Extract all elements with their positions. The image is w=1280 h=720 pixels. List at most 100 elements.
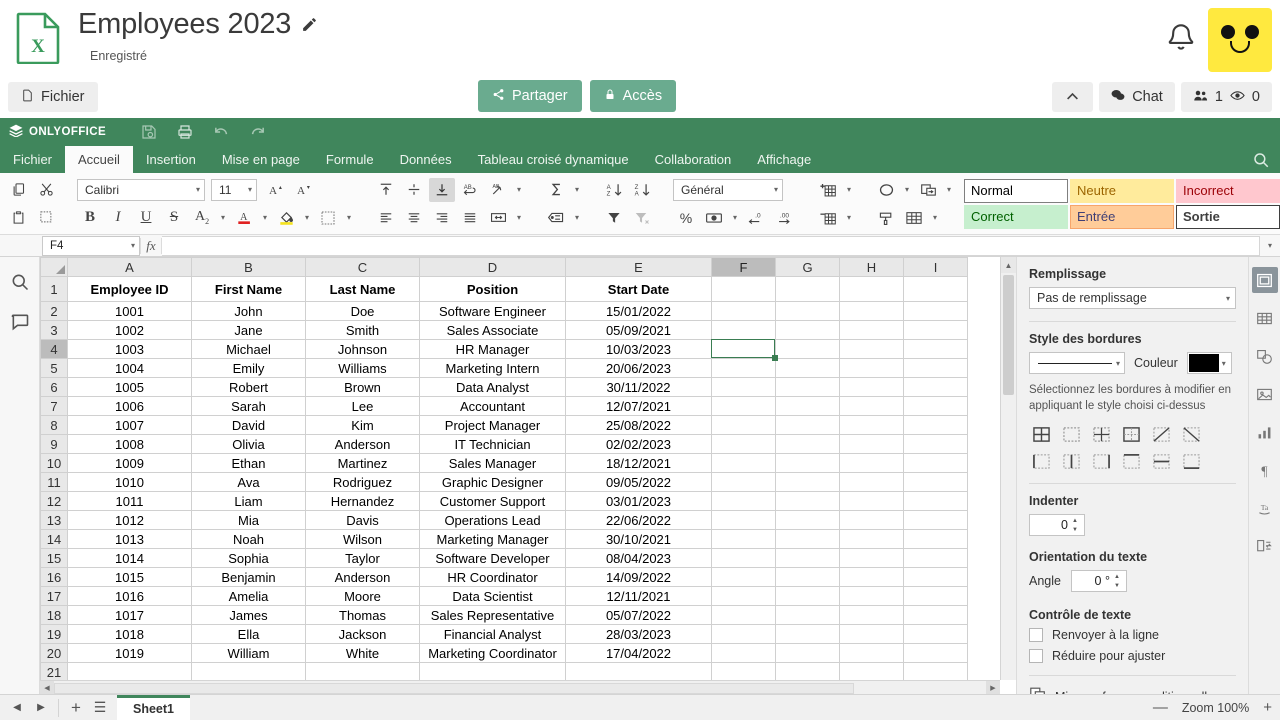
cell-H6[interactable] — [840, 378, 904, 397]
share-button[interactable]: Partager — [478, 80, 582, 112]
cell-I19[interactable] — [904, 625, 968, 644]
cell-F1[interactable] — [712, 277, 776, 302]
cell-G20[interactable] — [776, 644, 840, 663]
chevron-down-icon[interactable]: ▾ — [343, 206, 355, 230]
sheet-tab-sheet1[interactable]: Sheet1 — [117, 695, 190, 720]
cell-H20[interactable] — [840, 644, 904, 663]
cell-F18[interactable] — [712, 606, 776, 625]
row-header-20[interactable]: 20 — [41, 644, 68, 663]
cell-G3[interactable] — [776, 321, 840, 340]
cell-G7[interactable] — [776, 397, 840, 416]
cell-E4[interactable]: 10/03/2023 — [566, 340, 712, 359]
cell-I13[interactable] — [904, 511, 968, 530]
cell-E17[interactable]: 12/11/2021 — [566, 587, 712, 606]
cell-I20[interactable] — [904, 644, 968, 663]
cell-H13[interactable] — [840, 511, 904, 530]
cell-C16[interactable]: Anderson — [306, 568, 420, 587]
chevron-down-icon[interactable]: ▾ — [929, 206, 941, 230]
select-all-corner[interactable] — [41, 258, 68, 277]
expand-formula-bar-icon[interactable]: ▾ — [1260, 241, 1280, 250]
presence-indicator[interactable]: 1 0 — [1181, 82, 1272, 112]
cell-B14[interactable]: Noah — [192, 530, 306, 549]
align-justify-icon[interactable] — [457, 206, 483, 230]
cell-I18[interactable] — [904, 606, 968, 625]
cell-G4[interactable] — [776, 340, 840, 359]
border-outer-icon[interactable] — [1119, 424, 1143, 444]
cell-C17[interactable]: Moore — [306, 587, 420, 606]
align-bottom-icon[interactable] — [429, 178, 455, 202]
previous-sheet-icon[interactable]: ◀ — [6, 697, 28, 719]
increase-decimal-icon[interactable]: .00 — [771, 206, 797, 230]
cell-B1[interactable]: First Name — [192, 277, 306, 302]
cell-E14[interactable]: 30/10/2021 — [566, 530, 712, 549]
cell-A7[interactable]: 1006 — [68, 397, 192, 416]
cell-C2[interactable]: Doe — [306, 302, 420, 321]
align-middle-icon[interactable] — [401, 178, 427, 202]
cell-F17[interactable] — [712, 587, 776, 606]
cut-icon[interactable] — [33, 178, 59, 202]
cell-D11[interactable]: Graphic Designer — [420, 473, 566, 492]
cell-G11[interactable] — [776, 473, 840, 492]
formula-input[interactable] — [162, 236, 1260, 256]
autosum-icon[interactable] — [543, 178, 569, 202]
chevron-down-icon[interactable]: ▾ — [259, 206, 271, 230]
cell-F11[interactable] — [712, 473, 776, 492]
cell-C10[interactable]: Martinez — [306, 454, 420, 473]
row-header-9[interactable]: 9 — [41, 435, 68, 454]
cell-G19[interactable] — [776, 625, 840, 644]
cell-D21[interactable] — [420, 663, 566, 682]
cell-E8[interactable]: 25/08/2022 — [566, 416, 712, 435]
row-header-4[interactable]: 4 — [41, 340, 68, 359]
cell-E7[interactable]: 12/07/2021 — [566, 397, 712, 416]
cell-D2[interactable]: Software Engineer — [420, 302, 566, 321]
cell-F14[interactable] — [712, 530, 776, 549]
cell-F13[interactable] — [712, 511, 776, 530]
cell-H1[interactable] — [840, 277, 904, 302]
border-top-icon[interactable] — [1119, 451, 1143, 471]
shrink-text-checkbox-row[interactable]: Réduire pour ajuster — [1029, 649, 1236, 663]
cell-E3[interactable]: 05/09/2021 — [566, 321, 712, 340]
cell-E15[interactable]: 08/04/2023 — [566, 549, 712, 568]
paste-icon[interactable] — [5, 206, 31, 230]
cell-F16[interactable] — [712, 568, 776, 587]
cell-C21[interactable] — [306, 663, 420, 682]
cell-G6[interactable] — [776, 378, 840, 397]
name-box[interactable]: F4 ▾ — [42, 236, 140, 256]
cell-A11[interactable]: 1010 — [68, 473, 192, 492]
cell-D17[interactable]: Data Scientist — [420, 587, 566, 606]
cell-B10[interactable]: Ethan — [192, 454, 306, 473]
cell-I2[interactable] — [904, 302, 968, 321]
cell-A20[interactable]: 1019 — [68, 644, 192, 663]
cell-A4[interactable]: 1003 — [68, 340, 192, 359]
cell-I15[interactable] — [904, 549, 968, 568]
border-style-select[interactable]: ▾ — [1029, 352, 1125, 374]
cell-H21[interactable] — [840, 663, 904, 682]
cell-B2[interactable]: John — [192, 302, 306, 321]
tab-mise-en-page[interactable]: Mise en page — [209, 146, 313, 173]
cell-H12[interactable] — [840, 492, 904, 511]
filter-icon[interactable] — [601, 206, 627, 230]
cell-B13[interactable]: Mia — [192, 511, 306, 530]
cell-I14[interactable] — [904, 530, 968, 549]
paragraph-settings-icon[interactable]: ¶ — [1252, 457, 1278, 483]
cell-C3[interactable]: Smith — [306, 321, 420, 340]
cell-C15[interactable]: Taylor — [306, 549, 420, 568]
cell-B3[interactable]: Jane — [192, 321, 306, 340]
tab-donnees[interactable]: Données — [387, 146, 465, 173]
merge-cells-icon[interactable] — [485, 206, 511, 230]
cell-H16[interactable] — [840, 568, 904, 587]
cell-D5[interactable]: Marketing Intern — [420, 359, 566, 378]
cell-D15[interactable]: Software Developer — [420, 549, 566, 568]
cell-E19[interactable]: 28/03/2023 — [566, 625, 712, 644]
cell-style-neutre[interactable]: Neutre — [1070, 179, 1174, 203]
cell-E13[interactable]: 22/06/2022 — [566, 511, 712, 530]
chevron-down-icon[interactable]: ▾ — [729, 206, 741, 230]
cell-F21[interactable] — [712, 663, 776, 682]
chevron-down-icon[interactable]: ▾ — [901, 178, 913, 202]
row-header-6[interactable]: 6 — [41, 378, 68, 397]
cell-C19[interactable]: Jackson — [306, 625, 420, 644]
cell-settings-icon[interactable] — [1252, 267, 1278, 293]
cell-C14[interactable]: Wilson — [306, 530, 420, 549]
cell-C9[interactable]: Anderson — [306, 435, 420, 454]
cell-I5[interactable] — [904, 359, 968, 378]
